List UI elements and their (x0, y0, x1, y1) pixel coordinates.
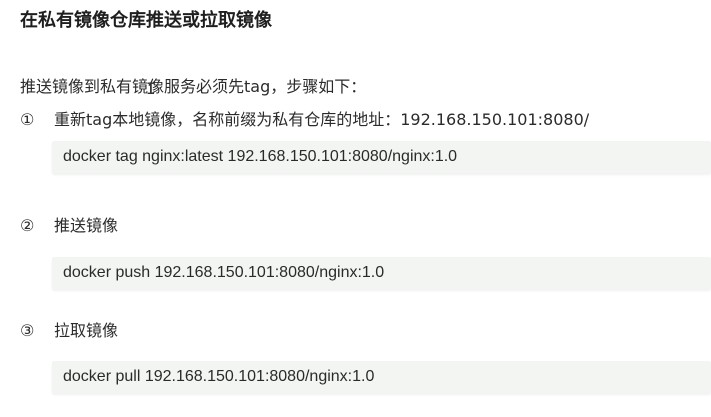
code-block-2: docker push 192.168.150.101:8080/nginx:1… (52, 257, 711, 289)
text-cursor-icon: I (146, 79, 156, 98)
step-3-text: 拉取镜像 (54, 321, 119, 340)
step-2-text: 推送镜像 (54, 216, 119, 235)
step-1-number: ① (20, 110, 35, 129)
code-line-2[interactable]: docker push 192.168.150.101:8080/nginx:1… (63, 263, 384, 283)
code-block-3: docker pull 192.168.150.101:8080/nginx:1… (52, 361, 711, 393)
step-3-number: ③ (20, 321, 35, 340)
step-3: ③ 拉取镜像 (20, 320, 118, 342)
step-1-text: 重新tag本地镜像，名称前缀为私有仓库的地址：192.168.150.101:8… (54, 110, 590, 129)
intro-text: 推送镜像到私有镜像服务必须先tag，步骤如下： (20, 77, 367, 96)
step-1: ① 重新tag本地镜像，名称前缀为私有仓库的地址：192.168.150.101:… (20, 109, 589, 131)
step-2: ② 推送镜像 (20, 215, 118, 237)
code-line-1[interactable]: docker tag nginx:latest 192.168.150.101:… (63, 147, 457, 167)
step-2-number: ② (20, 216, 35, 235)
code-line-3[interactable]: docker pull 192.168.150.101:8080/nginx:1… (63, 367, 374, 387)
page-title: 在私有镜像仓库推送或拉取镜像 (20, 10, 272, 31)
code-block-1: docker tag nginx:latest 192.168.150.101:… (52, 141, 711, 173)
